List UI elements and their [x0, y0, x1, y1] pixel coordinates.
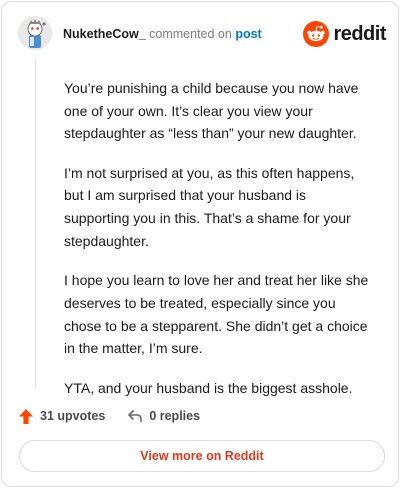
replies-button[interactable]: 0 replies: [127, 409, 200, 423]
upvote-arrow-icon: [19, 408, 33, 424]
reddit-logo[interactable]: reddit: [303, 21, 386, 47]
replies-count: 0 replies: [149, 409, 201, 423]
comment-body: You’re punishing a child because you now…: [64, 77, 374, 416]
comment-embed-card: NuketheCow_ commented on post reddit You…: [1, 1, 399, 487]
reddit-wordmark: reddit: [333, 22, 386, 45]
reply-arrow-icon: [128, 410, 143, 423]
comment-paragraph: I’m not surprised at you, as this often …: [64, 164, 355, 249]
comment-paragraph: You’re punishing a child because you now…: [64, 80, 359, 142]
comment-paragraph: I hope you learn to love her and treat h…: [64, 272, 369, 357]
reddit-snoo-icon: [303, 21, 330, 47]
thread-line: [35, 58, 36, 388]
snoo-avatar-icon: [18, 16, 52, 50]
user-avatar[interactable]: [18, 16, 52, 50]
upvotes-button[interactable]: 31 upvotes: [18, 408, 105, 425]
username-link[interactable]: NuketheCow_: [63, 27, 146, 41]
comment-actions: 31 upvotes 0 replies: [18, 406, 200, 426]
commented-on-text: commented on: [149, 27, 232, 41]
post-link[interactable]: post: [235, 27, 261, 41]
comment-meta: NuketheCow_ commented on post: [63, 27, 262, 41]
view-more-on-reddit-button[interactable]: View more on Reddit: [19, 440, 385, 472]
comment-paragraph: YTA, and your husband is the biggest ass…: [64, 379, 353, 396]
comment-header: NuketheCow_ commented on post reddit: [18, 16, 386, 56]
upvotes-count: 31 upvotes: [40, 409, 106, 423]
